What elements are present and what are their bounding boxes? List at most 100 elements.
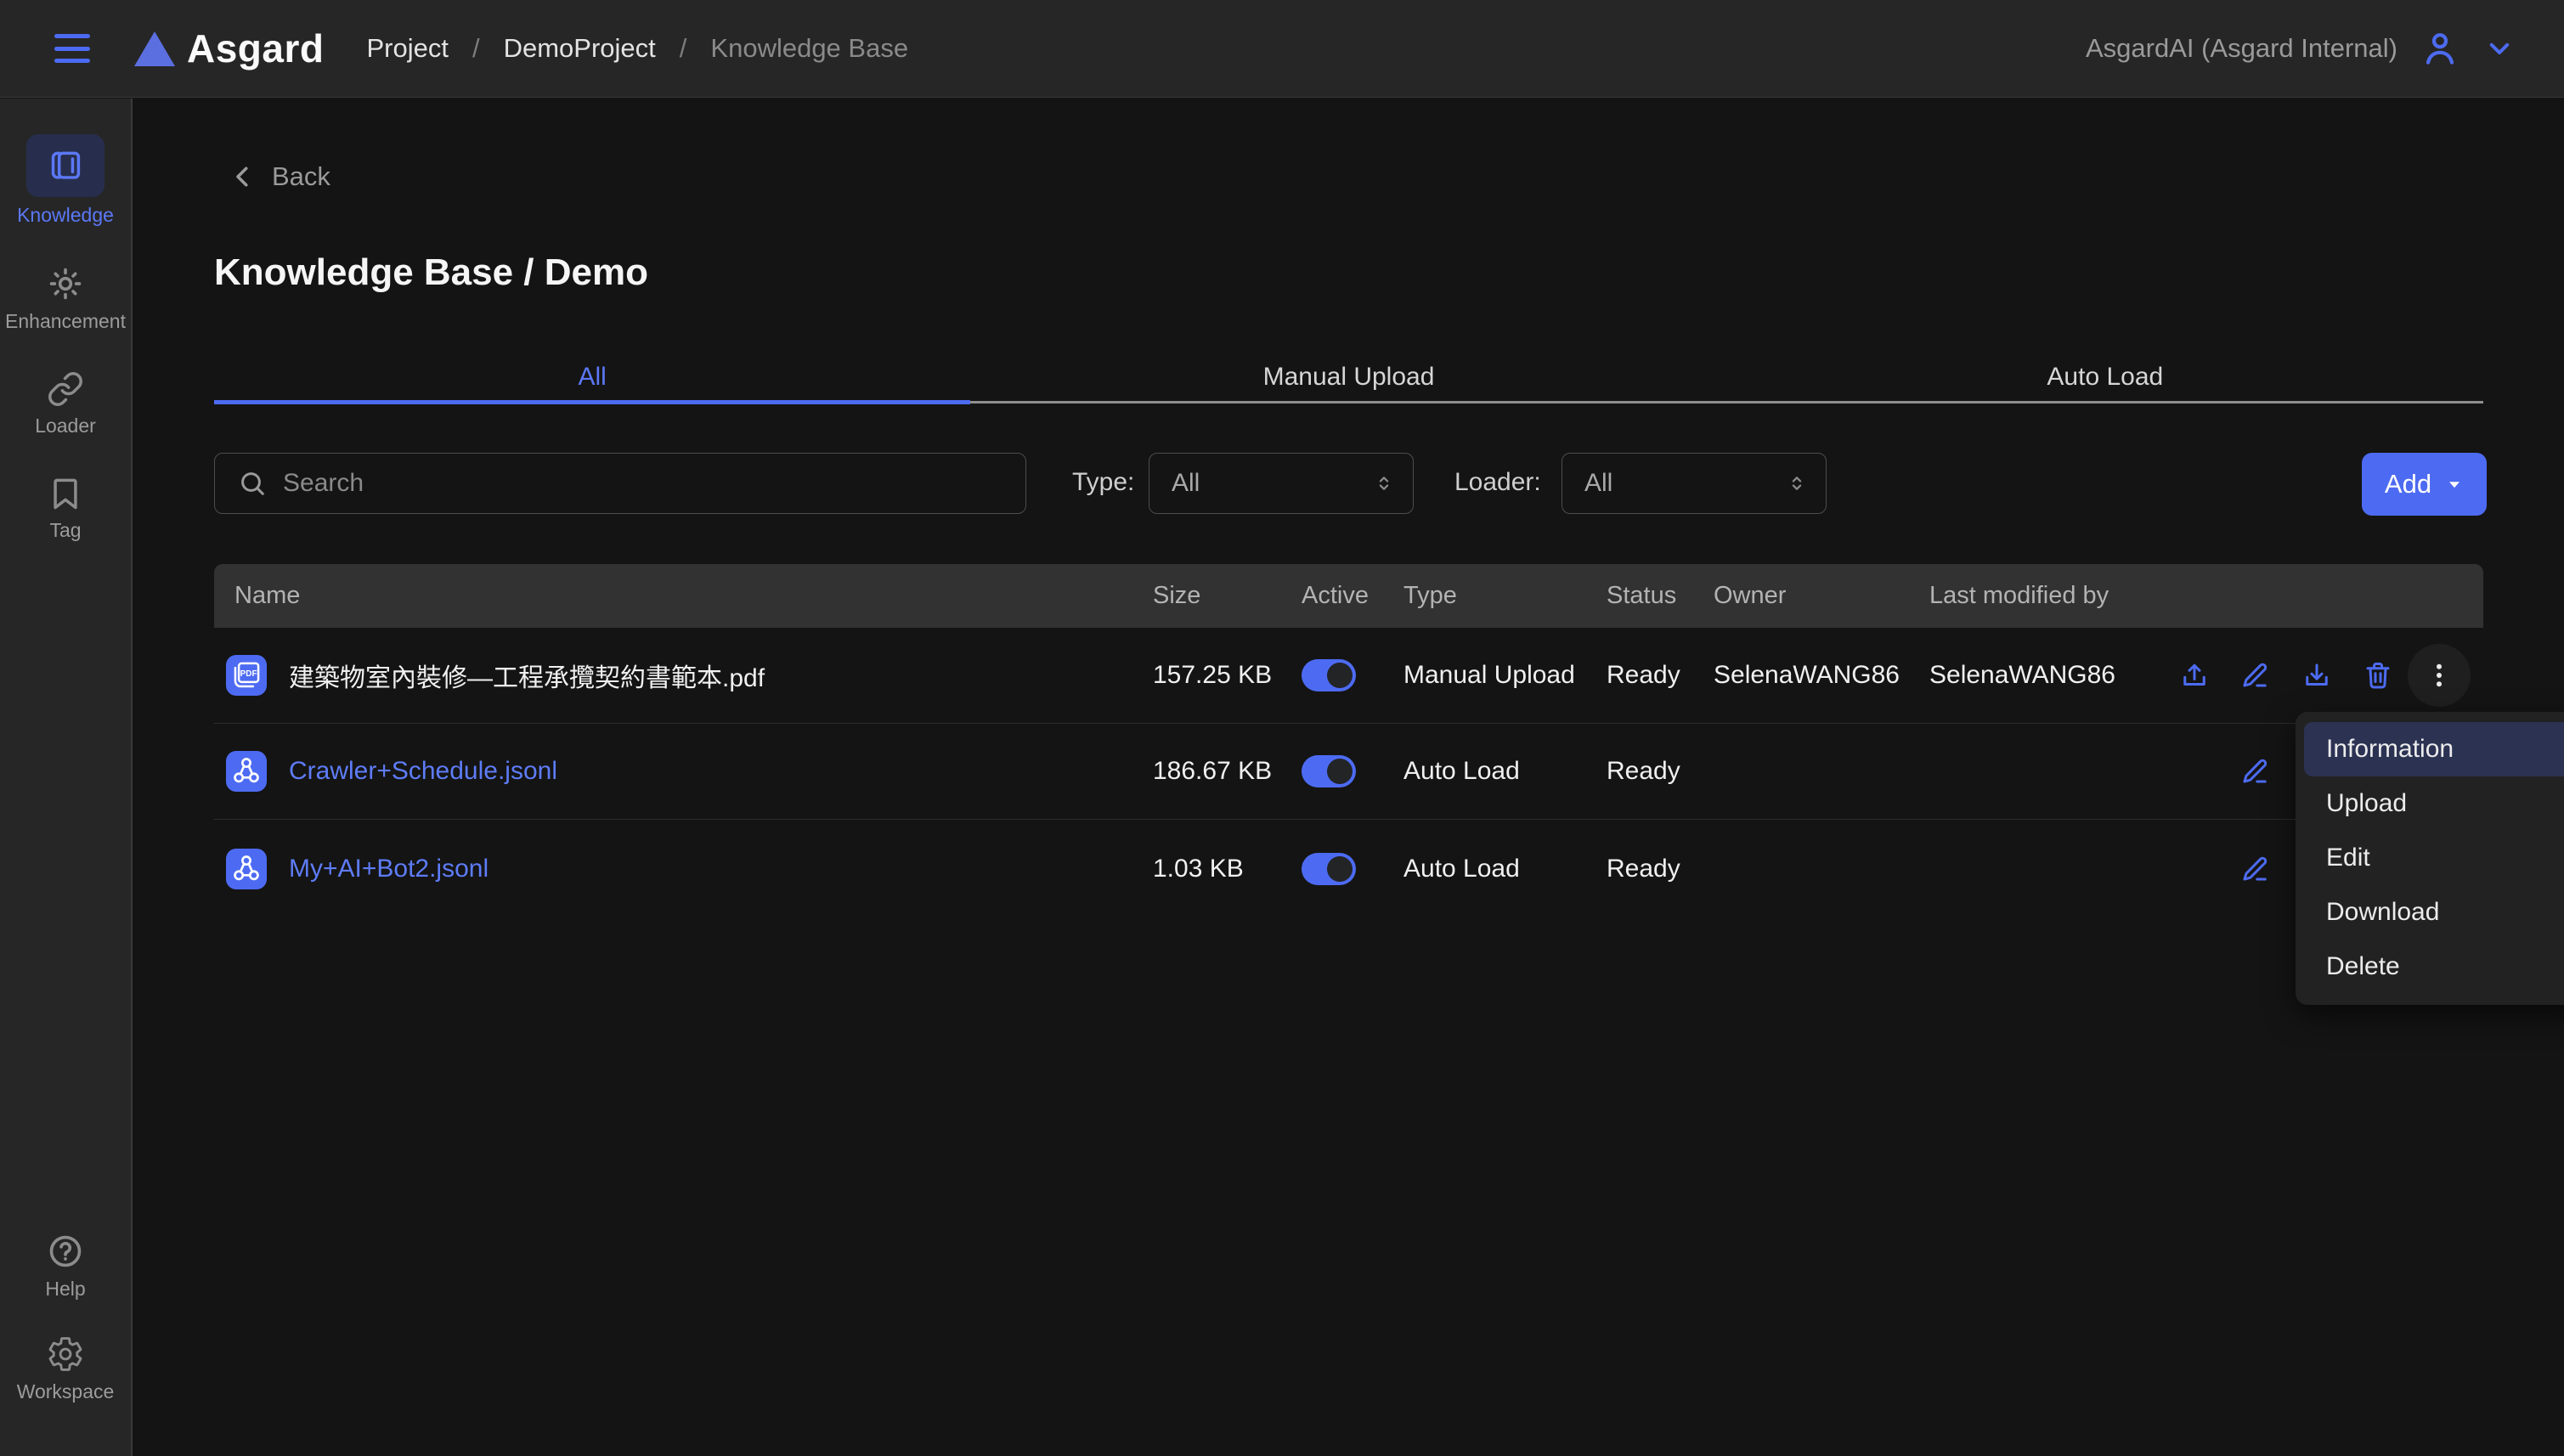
file-type: Manual Upload (1403, 661, 1607, 690)
table-row: My+AI+Bot2.jsonl 1.03 KB Auto Load Ready (214, 821, 2483, 917)
breadcrumb-separator: / (680, 33, 687, 64)
add-button[interactable]: Add (2362, 453, 2487, 516)
link-icon (47, 370, 84, 408)
row-context-menu: Information Upload Edit Download Delete (2296, 712, 2564, 1005)
file-type: Auto Load (1403, 855, 1607, 883)
chevron-down-icon[interactable] (2482, 31, 2516, 65)
gear-icon (46, 1335, 85, 1374)
back-button[interactable]: Back (228, 161, 330, 192)
account-label: AsgardAI (Asgard Internal) (2086, 33, 2397, 64)
tab-manual-upload[interactable]: Manual Upload (970, 353, 1726, 401)
sidebar-item-label: Tag (49, 519, 81, 542)
file-type: Auto Load (1403, 757, 1607, 786)
brand-name: Asgard (187, 25, 324, 71)
loader-filter-label: Loader: (1454, 468, 1541, 497)
edit-icon[interactable] (2225, 740, 2286, 803)
sidebar-item-enhancement[interactable]: Enhancement (0, 264, 131, 333)
type-filter-label: Type: (1072, 468, 1134, 497)
chevron-left-icon (228, 161, 258, 192)
active-toggle[interactable] (1302, 853, 1356, 885)
add-button-label: Add (2385, 469, 2431, 499)
breadcrumb-demoproject[interactable]: DemoProject (504, 33, 656, 64)
file-name-link[interactable]: My+AI+Bot2.jsonl (289, 855, 489, 883)
person-icon[interactable] (2420, 28, 2460, 69)
top-header: Asgard Project / DemoProject / Knowledge… (0, 0, 2564, 98)
search-box (214, 453, 1026, 514)
back-label: Back (272, 161, 330, 192)
sidebar-item-knowledge[interactable]: Knowledge (0, 134, 131, 227)
breadcrumb-current: Knowledge Base (710, 33, 908, 64)
menu-icon[interactable] (54, 34, 90, 63)
search-icon (237, 468, 268, 499)
sidebar-item-tag[interactable]: Tag (0, 475, 131, 542)
column-header-size: Size (1153, 582, 1302, 610)
file-size: 157.25 KB (1153, 661, 1302, 690)
jsonl-file-icon (226, 849, 267, 889)
menu-item-download[interactable]: Download (2304, 885, 2564, 940)
jsonl-file-icon (226, 751, 267, 792)
sidebar-item-label: Loader (35, 415, 96, 437)
question-icon (46, 1232, 85, 1271)
table-row: PDF 建築物室內裝修—工程承攬契約書範本.pdf 157.25 KB Manu… (214, 628, 2483, 724)
breadcrumb-separator: / (472, 33, 480, 64)
search-input[interactable] (283, 469, 1025, 498)
column-header-active: Active (1302, 582, 1403, 610)
download-icon[interactable] (2286, 644, 2347, 707)
tab-all[interactable]: All (214, 353, 970, 401)
column-header-last-modified-by: Last modified by (1929, 582, 2164, 610)
app-window: Asgard Project / DemoProject / Knowledge… (0, 0, 2564, 1456)
asgard-logo-icon (134, 31, 175, 66)
sidebar-item-workspace[interactable]: Workspace (0, 1335, 131, 1403)
last-modified-by: SelenaWANG86 (1929, 661, 2164, 690)
svg-text:PDF: PDF (240, 669, 257, 679)
status-badge: Ready (1607, 757, 1714, 786)
sidebar: Knowledge Enhancement Loader (0, 99, 133, 1456)
menu-item-edit[interactable]: Edit (2304, 831, 2564, 885)
bookmark-icon (47, 475, 84, 512)
file-size: 186.67 KB (1153, 757, 1302, 786)
file-name-link[interactable]: Crawler+Schedule.jsonl (289, 757, 557, 786)
active-toggle[interactable] (1302, 659, 1356, 691)
status-badge: Ready (1607, 855, 1714, 883)
menu-item-upload[interactable]: Upload (2304, 776, 2564, 831)
updown-chevron-icon (1785, 471, 1809, 495)
sidebar-item-loader[interactable]: Loader (0, 370, 131, 437)
owner: SelenaWANG86 (1714, 661, 1929, 690)
pdf-file-icon: PDF (226, 655, 267, 696)
trash-icon[interactable] (2347, 644, 2409, 707)
breadcrumb-project[interactable]: Project (366, 33, 448, 64)
sidebar-item-label: Enhancement (5, 310, 126, 333)
status-badge: Ready (1607, 661, 1714, 690)
sidebar-item-label: Help (45, 1278, 85, 1301)
loader-select-value: All (1584, 469, 1612, 498)
sidebar-item-label: Knowledge (17, 204, 114, 227)
menu-item-delete[interactable]: Delete (2304, 940, 2564, 994)
menu-item-information[interactable]: Information (2304, 722, 2564, 776)
file-size: 1.03 KB (1153, 855, 1302, 883)
type-select[interactable]: All (1149, 453, 1414, 514)
sidebar-item-help[interactable]: Help (0, 1232, 131, 1301)
table-header: Name Size Active Type Status Owner Last … (214, 564, 2483, 628)
type-select-value: All (1172, 469, 1200, 498)
book-icon (47, 147, 84, 184)
sidebar-item-label: Workspace (17, 1380, 115, 1403)
column-header-owner: Owner (1714, 582, 1929, 610)
tab-auto-load[interactable]: Auto Load (1727, 353, 2483, 401)
upload-icon[interactable] (2164, 644, 2225, 707)
sun-icon (46, 264, 85, 303)
more-vertical-icon[interactable] (2409, 644, 2470, 707)
tab-bar: All Manual Upload Auto Load (214, 353, 2483, 404)
edit-icon[interactable] (2225, 838, 2286, 900)
updown-chevron-icon (1372, 471, 1396, 495)
loader-select[interactable]: All (1562, 453, 1827, 514)
column-header-name: Name (214, 582, 1153, 610)
caret-down-icon (2445, 475, 2464, 494)
table-row: Crawler+Schedule.jsonl 186.67 KB Auto Lo… (214, 724, 2483, 820)
edit-icon[interactable] (2225, 644, 2286, 707)
page-title: Knowledge Base / Demo (214, 251, 648, 294)
file-name: 建築物室內裝修—工程承攬契約書範本.pdf (289, 657, 765, 694)
active-toggle[interactable] (1302, 755, 1356, 787)
column-header-status: Status (1607, 582, 1714, 610)
column-header-type: Type (1403, 582, 1607, 610)
breadcrumb: Project / DemoProject / Knowledge Base (366, 33, 908, 64)
